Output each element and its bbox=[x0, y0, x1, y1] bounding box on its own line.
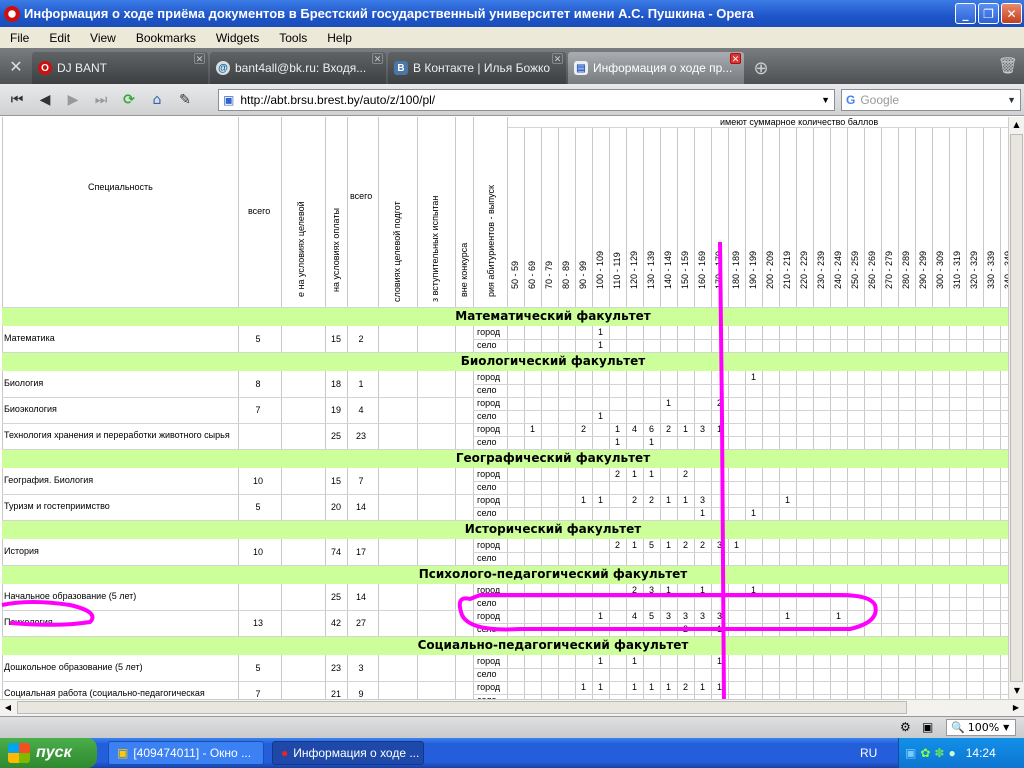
task-label: [409474011] - Окно ... bbox=[133, 746, 252, 760]
window-title-bar: Информация о ходе приёма документов в Бр… bbox=[0, 0, 1024, 27]
edit-icon[interactable]: ✎ bbox=[174, 89, 196, 111]
tools-icon[interactable]: ✕ bbox=[0, 48, 32, 84]
task-label: Информация о ходе ... bbox=[293, 746, 420, 760]
scroll-thumb[interactable] bbox=[1010, 134, 1023, 682]
chevron-down-icon[interactable]: ▼ bbox=[1003, 723, 1009, 732]
scroll-left-icon[interactable]: ◀ bbox=[0, 700, 16, 716]
page-icon: ▣ bbox=[223, 93, 235, 107]
tray-icon-status[interactable]: ● bbox=[948, 746, 955, 760]
maximize-button[interactable]: ❐ bbox=[978, 3, 999, 24]
tab-label: В Контакте | Илья Божко bbox=[413, 61, 551, 75]
tab-label: bant4all@bk.ru: Входя... bbox=[235, 61, 367, 75]
window-title: Информация о ходе приёма документов в Бр… bbox=[24, 6, 754, 21]
task-opera[interactable]: ● Информация о ходе ... bbox=[272, 741, 424, 765]
tab-close-icon[interactable]: ✕ bbox=[730, 53, 741, 64]
home-icon[interactable]: ⌂ bbox=[146, 89, 168, 111]
tray-icon-monitor[interactable]: ▣ bbox=[905, 746, 916, 760]
tab-info-active[interactable]: ▤ Информация о ходе пр... ✕ bbox=[568, 52, 744, 84]
windows-logo-icon bbox=[8, 743, 30, 763]
chevron-down-icon[interactable]: ▼ bbox=[1007, 95, 1016, 105]
camera-icon[interactable]: ▣ bbox=[922, 720, 933, 734]
menu-bookmarks[interactable]: Bookmarks bbox=[126, 31, 206, 45]
tray-icon-icq[interactable]: ✽ bbox=[934, 746, 944, 760]
tab-label: Информация о ходе пр... bbox=[593, 61, 733, 75]
clock: 14:24 bbox=[965, 746, 996, 760]
tab-close-icon[interactable]: ✕ bbox=[372, 53, 383, 64]
menu-tools[interactable]: Tools bbox=[269, 31, 317, 45]
tray-icon-flower[interactable]: ✿ bbox=[920, 746, 930, 760]
task-window-1[interactable]: ▣ [409474011] - Окно ... bbox=[108, 741, 264, 765]
google-icon: G bbox=[846, 93, 856, 107]
status-bar: ⚙ ▣ 🔍 100% ▼ bbox=[0, 716, 1024, 738]
search-input[interactable]: G Google ▼ bbox=[841, 89, 1021, 111]
opera-icon: ● bbox=[281, 746, 289, 760]
menu-widgets[interactable]: Widgets bbox=[206, 31, 269, 45]
window-icon: ▣ bbox=[117, 746, 129, 760]
page-content: Специальность всего всего имеют суммарное к… bbox=[0, 117, 1008, 699]
tab-mail[interactable]: @ bant4all@bk.ru: Входя... ✕ bbox=[210, 52, 386, 84]
back-icon[interactable]: ◀ bbox=[34, 89, 56, 111]
vertical-scrollbar[interactable]: ▲ ▼ bbox=[1008, 117, 1024, 699]
scroll-up-icon[interactable]: ▲ bbox=[1009, 117, 1024, 133]
opera-icon: O bbox=[38, 61, 52, 75]
hscroll-thumb[interactable] bbox=[17, 701, 907, 714]
system-tray: ▣ ✿ ✽ ● 14:24 bbox=[898, 738, 1024, 768]
menu-bar: File Edit View Bookmarks Widgets Tools H… bbox=[0, 27, 1024, 48]
tab-close-icon[interactable]: ✕ bbox=[552, 53, 563, 64]
trash-icon[interactable]: 🗑 bbox=[998, 56, 1018, 75]
start-button[interactable]: пуск bbox=[0, 738, 97, 768]
scroll-right-icon[interactable]: ▶ bbox=[1008, 700, 1024, 716]
menu-edit[interactable]: Edit bbox=[39, 31, 80, 45]
new-tab-icon[interactable]: ⊕ bbox=[746, 52, 776, 84]
search-placeholder: Google bbox=[860, 93, 900, 107]
reload-icon[interactable]: ⟳ bbox=[118, 89, 140, 111]
menu-file[interactable]: File bbox=[0, 31, 39, 45]
start-label: пуск bbox=[36, 744, 72, 761]
magenta-annotation bbox=[1, 241, 878, 699]
tab-dj-bant[interactable]: O DJ BANT ✕ bbox=[32, 52, 208, 84]
forward-icon[interactable]: ▶ bbox=[62, 89, 84, 111]
menu-help[interactable]: Help bbox=[317, 31, 362, 45]
tab-bar: ✕ O DJ BANT ✕ @ bant4all@bk.ru: Входя...… bbox=[0, 48, 1024, 84]
opera-logo-icon bbox=[4, 5, 20, 22]
taskbar: пуск ▣ [409474011] - Окно ... ● Информац… bbox=[0, 738, 1024, 768]
rewind-icon[interactable]: ⏮ bbox=[6, 89, 28, 111]
tab-vkontakte[interactable]: B В Контакте | Илья Божко ✕ bbox=[388, 52, 566, 84]
tab-close-icon[interactable]: ✕ bbox=[194, 53, 205, 64]
close-button[interactable]: ✕ bbox=[1001, 3, 1022, 24]
panels-icon[interactable]: ⚙ bbox=[900, 720, 911, 734]
chevron-down-icon[interactable]: ▼ bbox=[821, 95, 830, 105]
mail-icon: @ bbox=[216, 61, 230, 75]
address-url: http://abt.brsu.brest.by/auto/z/100/pl/ bbox=[240, 93, 436, 107]
page-icon: ▤ bbox=[574, 61, 588, 75]
vk-icon: B bbox=[394, 61, 408, 75]
tab-label: DJ BANT bbox=[57, 61, 108, 75]
fast-forward-icon[interactable]: ⏭ bbox=[90, 89, 112, 111]
zoom-level: 100% bbox=[967, 721, 1000, 734]
horizontal-scrollbar[interactable]: ◀ ▶ bbox=[0, 699, 1024, 716]
address-field[interactable]: ▣ http://abt.brsu.brest.by/auto/z/100/pl… bbox=[218, 89, 835, 111]
navigation-bar: ⏮ ◀ ▶ ⏭ ⟳ ⌂ ✎ ▣ http://abt.brsu.brest.by… bbox=[0, 84, 1024, 116]
language-indicator[interactable]: RU bbox=[860, 746, 877, 760]
menu-view[interactable]: View bbox=[80, 31, 126, 45]
zoom-control[interactable]: 🔍 100% ▼ bbox=[946, 719, 1016, 736]
minimize-button[interactable]: _ bbox=[955, 3, 976, 24]
scroll-down-icon[interactable]: ▼ bbox=[1009, 683, 1024, 699]
magnifier-icon: 🔍 bbox=[951, 721, 965, 734]
